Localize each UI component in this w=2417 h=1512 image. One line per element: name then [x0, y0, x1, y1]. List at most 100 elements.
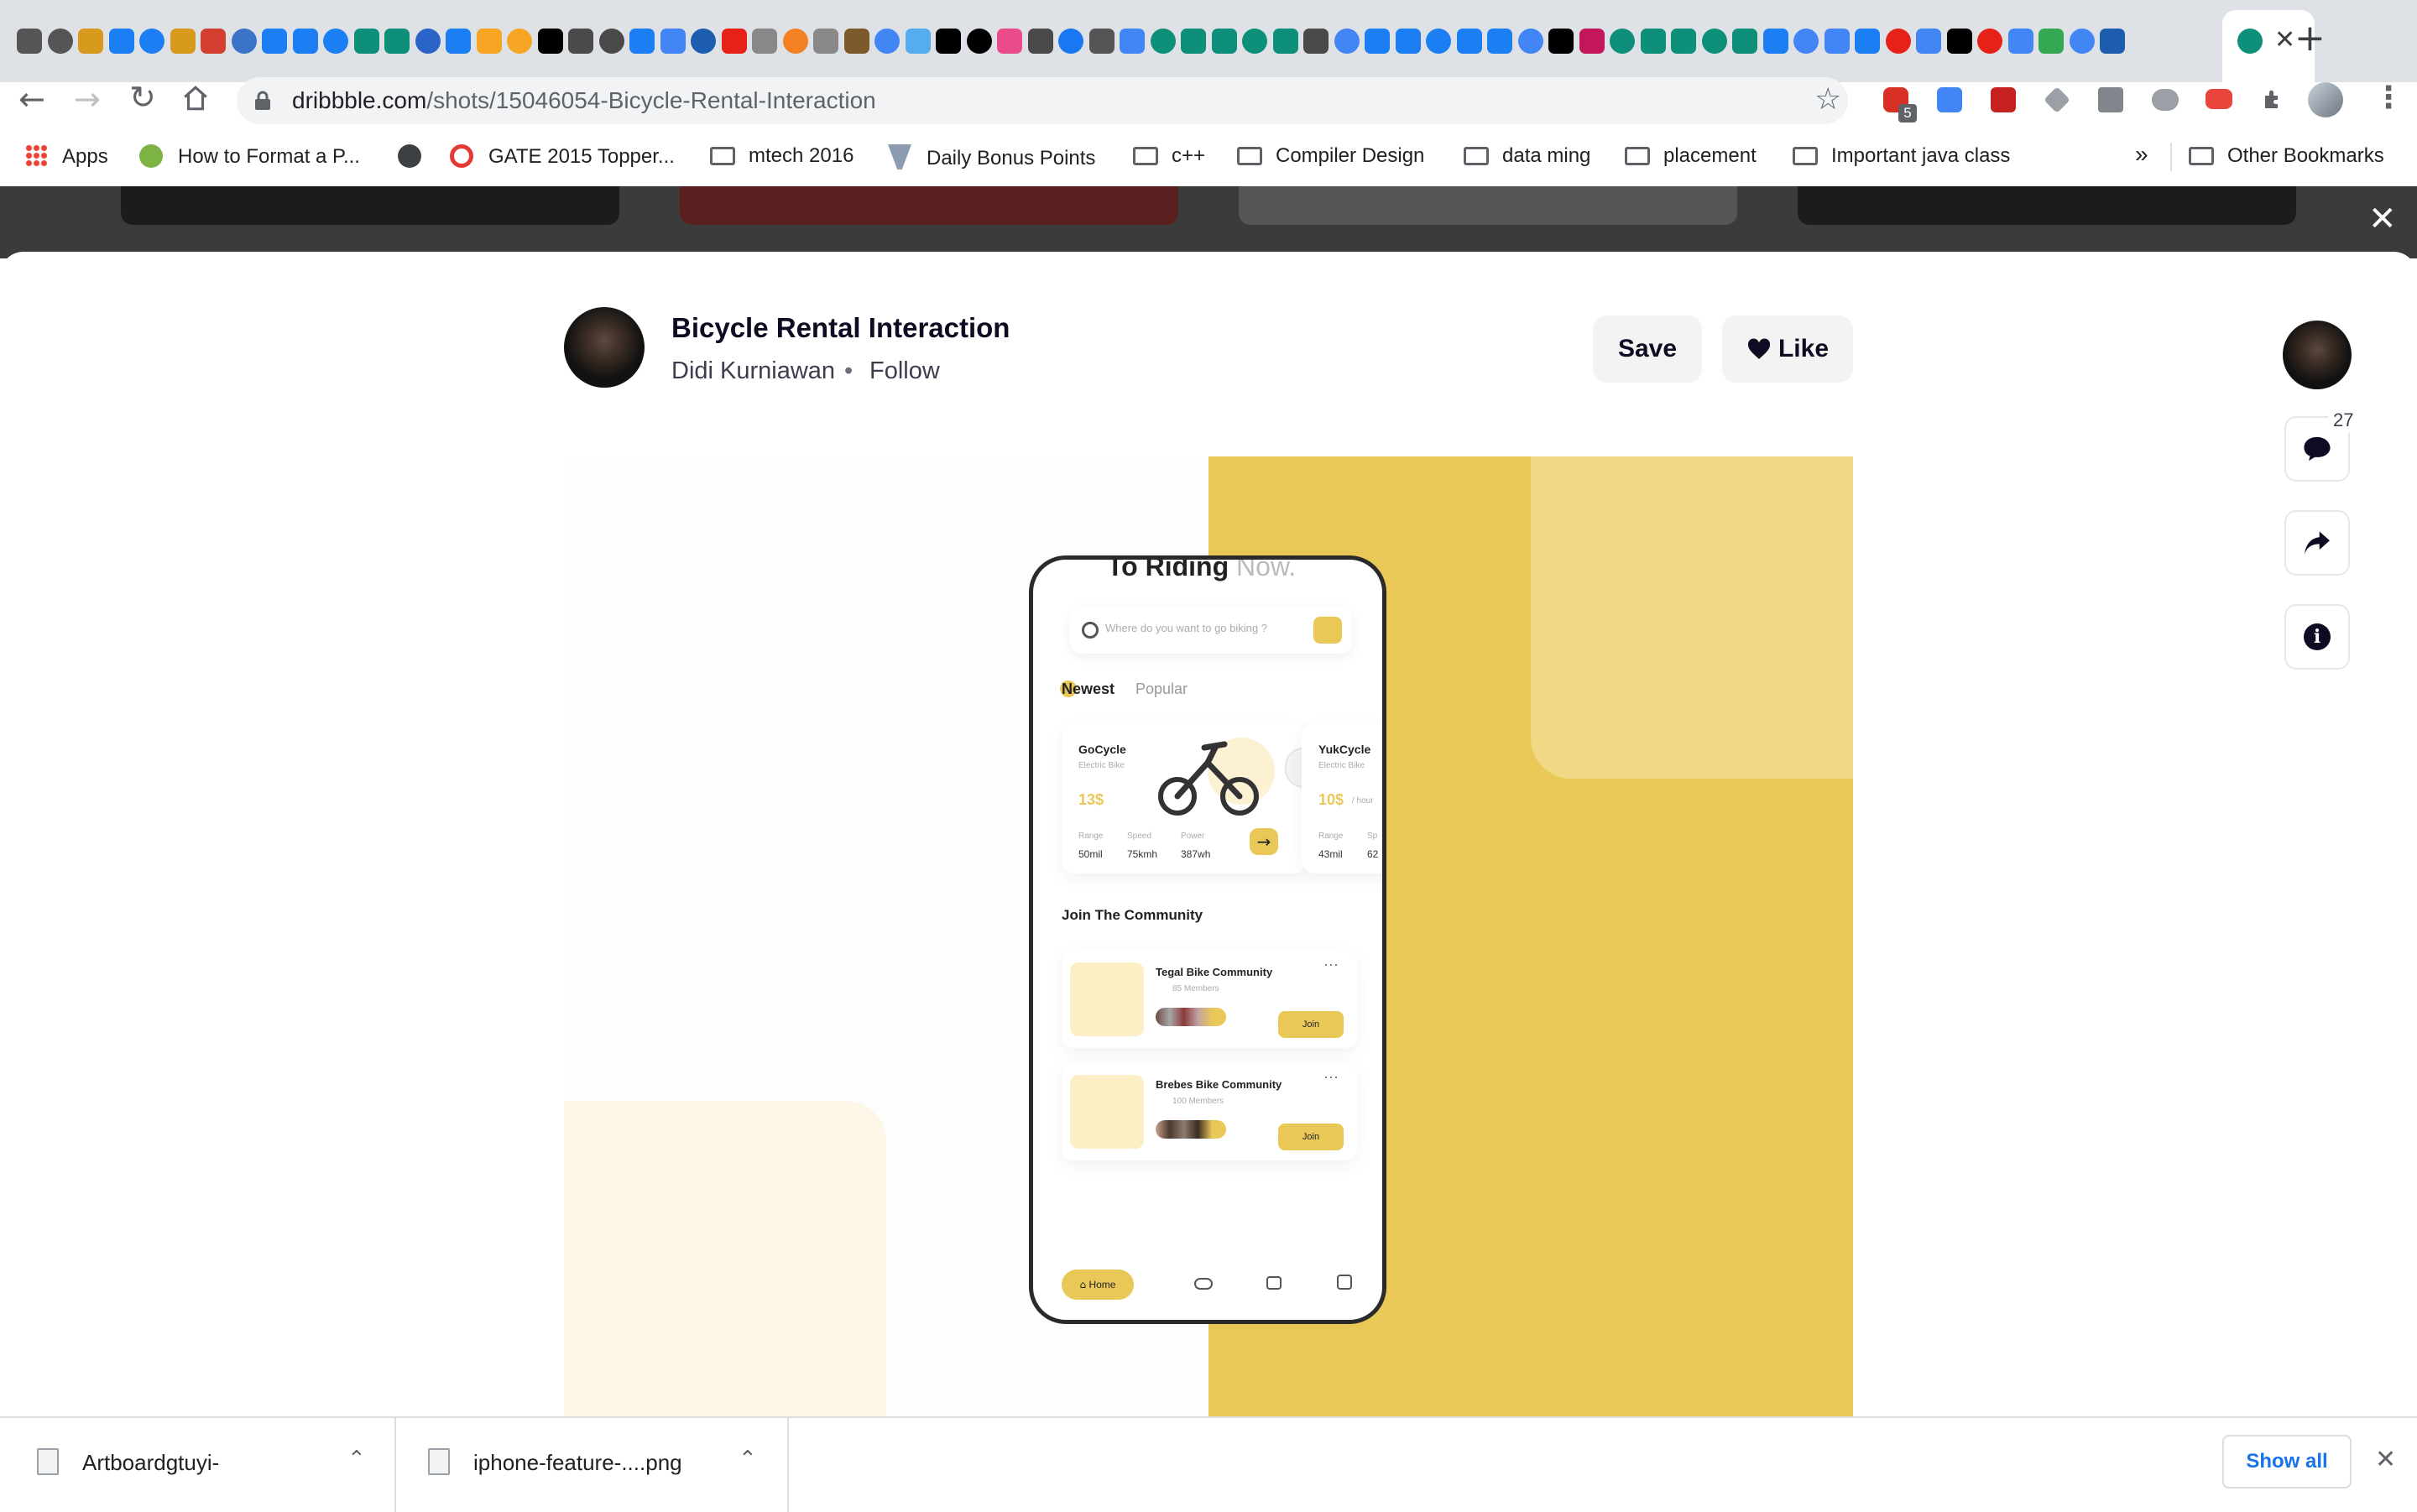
bookmark-daily-bonus[interactable]: Daily Bonus Points [888, 144, 1095, 170]
bookmark-compiler-design[interactable]: Compiler Design [1237, 144, 1424, 168]
tab-favicon-icon[interactable] [966, 29, 992, 54]
download-item[interactable]: iphone-feature-....png ⌃ [396, 1418, 789, 1512]
tab-favicon-icon[interactable] [1395, 29, 1421, 54]
download-item[interactable]: Artboardgtuyi- ⌃ [0, 1418, 396, 1512]
sidebar-author-avatar[interactable] [2283, 321, 2352, 389]
tab-favicon-icon[interactable] [1732, 29, 1757, 54]
tab-favicon-icon[interactable] [752, 29, 777, 54]
tab-favicon-icon[interactable] [231, 29, 257, 54]
tab-favicon-icon[interactable] [1824, 29, 1850, 54]
tab-favicon-icon[interactable] [1242, 29, 1267, 54]
like-button[interactable]: Like [1722, 315, 1853, 383]
tab-favicon-icon[interactable] [262, 29, 287, 54]
tab-favicon-icon[interactable] [476, 29, 502, 54]
url-text[interactable]: dribbble.com/shots/15046054-Bicycle-Rent… [292, 87, 876, 114]
close-downloads-icon[interactable]: ✕ [2375, 1445, 2396, 1474]
tab-favicon-icon[interactable] [629, 29, 655, 54]
tab-favicon-icon[interactable] [17, 29, 42, 54]
tab-favicon-icon[interactable] [78, 29, 103, 54]
back-icon[interactable]: ← [18, 81, 45, 117]
tab-favicon-icon[interactable] [1793, 29, 1819, 54]
extensions-puzzle-icon[interactable] [2261, 87, 2286, 112]
browser-menu-icon[interactable]: ⋮ [2373, 81, 2404, 115]
tab-favicon-icon[interactable] [1058, 29, 1083, 54]
tab-favicon-icon[interactable] [2069, 29, 2095, 54]
bookmark-important-java[interactable]: Important java class [1793, 144, 2010, 168]
bookmark-apps[interactable]: Apps [25, 144, 108, 169]
download-options-chevron-icon[interactable]: ⌃ [739, 1447, 757, 1472]
tab-favicon-icon[interactable] [905, 29, 931, 54]
tab-favicon-icon[interactable] [843, 29, 869, 54]
home-icon[interactable] [181, 84, 210, 112]
other-bookmarks[interactable]: Other Bookmarks [2189, 144, 2384, 168]
new-tab-button[interactable]: + [2294, 17, 2326, 60]
tab-favicon-icon[interactable] [353, 29, 379, 54]
share-button[interactable] [2284, 510, 2350, 576]
tab-favicon-icon[interactable] [1426, 29, 1451, 54]
tab-favicon-icon[interactable] [691, 29, 716, 54]
tab-favicon-icon[interactable] [721, 29, 747, 54]
close-tab-icon[interactable]: ✕ [2274, 25, 2295, 55]
tab-favicon-icon[interactable] [446, 29, 471, 54]
author-name[interactable]: Didi Kurniawan [671, 357, 835, 385]
download-options-chevron-icon[interactable]: ⌃ [347, 1447, 366, 1472]
cloud-extension-icon[interactable] [2152, 89, 2179, 111]
tab-favicon-icon[interactable] [1701, 29, 1727, 54]
tab-favicon-icon[interactable] [874, 29, 900, 54]
tab-favicon-icon[interactable] [813, 29, 838, 54]
tab-favicon-icon[interactable] [936, 29, 961, 54]
tab-favicon-icon[interactable] [201, 29, 226, 54]
tab-favicon-icon[interactable] [1517, 29, 1543, 54]
tab-favicon-icon[interactable] [1120, 29, 1145, 54]
more-bookmarks-chevron[interactable]: » [2135, 141, 2148, 168]
tab-favicon-icon[interactable] [108, 29, 134, 54]
bookmark-how-to-format[interactable]: How to Format a P... [139, 144, 360, 169]
tab-favicon-icon[interactable] [1671, 29, 1696, 54]
tab-favicon-icon[interactable] [47, 29, 73, 54]
tab-favicon-icon[interactable] [1181, 29, 1206, 54]
bookmark-mtech-2016[interactable]: mtech 2016 [710, 144, 854, 168]
tab-favicon-icon[interactable] [1946, 29, 1972, 54]
eye-extension-icon[interactable] [2206, 89, 2232, 109]
tab-favicon-icon[interactable] [1855, 29, 1880, 54]
tab-favicon-icon[interactable] [1088, 29, 1115, 54]
tab-favicon-icon[interactable] [2100, 29, 2125, 54]
follow-link[interactable]: Follow [869, 357, 940, 385]
tab-favicon-icon[interactable] [1487, 29, 1512, 54]
tab-favicon-icon[interactable] [1027, 29, 1053, 54]
tab-favicon-icon[interactable] [1885, 29, 1911, 54]
tab-favicon-icon[interactable] [1610, 29, 1635, 54]
info-button[interactable]: i [2284, 604, 2350, 670]
tab-favicon-icon[interactable] [1916, 29, 1941, 54]
tab-favicon-icon[interactable] [1334, 29, 1360, 54]
tab-favicon-icon[interactable] [568, 29, 593, 54]
tab-favicon-icon[interactable] [292, 29, 318, 54]
tab-favicon-icon[interactable] [1977, 29, 2002, 54]
lock-icon[interactable] [253, 91, 272, 111]
tab-favicon-icon[interactable] [598, 29, 624, 54]
tab-favicon-icon[interactable] [1579, 29, 1605, 54]
tab-favicon-icon[interactable] [415, 29, 441, 54]
bookmark-globe[interactable] [398, 144, 421, 169]
tab-favicon-icon[interactable] [323, 29, 348, 54]
tab-favicon-icon[interactable] [537, 29, 563, 54]
tab-favicon-icon[interactable] [507, 29, 532, 54]
tab-favicon-icon[interactable] [1272, 29, 1298, 54]
tab-favicon-icon[interactable] [1456, 29, 1482, 54]
tab-favicon-icon[interactable] [660, 29, 686, 54]
bookmark-star-icon[interactable]: ☆ [1814, 82, 1841, 117]
tab-favicon-icon[interactable] [997, 29, 1022, 54]
tab-favicon-icon[interactable] [1211, 29, 1237, 54]
tab-favicon-icon[interactable] [2039, 29, 2064, 54]
media-extension-icon[interactable] [1991, 87, 2016, 112]
tab-favicon-icon[interactable] [1365, 29, 1390, 54]
save-button[interactable]: Save [1593, 315, 1702, 383]
author-avatar[interactable] [564, 307, 645, 388]
tab-favicon-icon[interactable] [1640, 29, 1666, 54]
close-modal-icon[interactable]: ✕ [2368, 200, 2397, 238]
tab-favicon-icon[interactable] [782, 29, 808, 54]
tab-favicon-icon[interactable] [139, 29, 164, 54]
tab-favicon-icon[interactable] [1303, 29, 1329, 54]
show-all-button[interactable]: Show all [2222, 1435, 2352, 1489]
tab-favicon-icon[interactable] [2007, 29, 2033, 54]
